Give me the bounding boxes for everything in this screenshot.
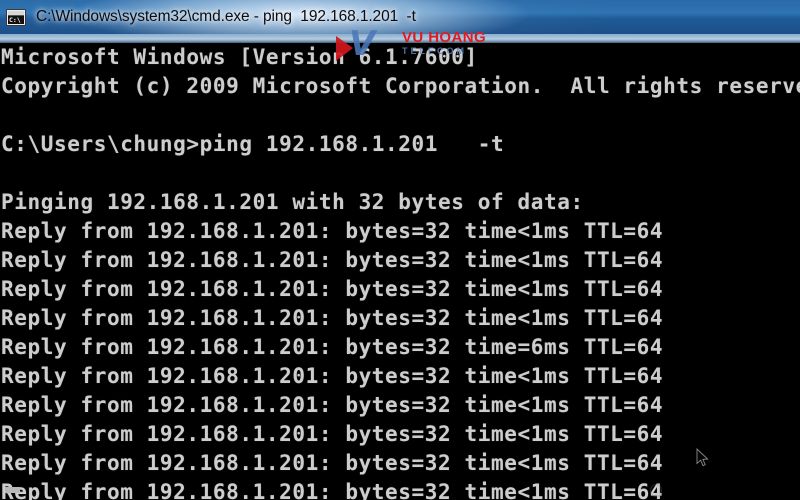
console-line-reply: Reply from 192.168.1.201: bytes=32 time<… [1,422,664,446]
console-line-reply: Reply from 192.168.1.201: bytes=32 time=… [1,335,664,359]
console-line-reply: Reply from 192.168.1.201: bytes=32 time<… [1,248,664,272]
console-line-reply: Reply from 192.168.1.201: bytes=32 time<… [1,393,664,417]
window-frame-band [0,34,800,43]
console-line-reply: Reply from 192.168.1.201: bytes=32 time<… [1,451,664,475]
console-line-pinging: Pinging 192.168.1.201 with 32 bytes of d… [1,190,584,214]
console-output-area[interactable]: Microsoft Windows [Version 6.1.7600] Cop… [0,43,800,500]
console-line-reply: Reply from 192.168.1.201: bytes=32 time<… [1,364,664,388]
console-caret [5,487,20,493]
cmd-console-icon[interactable] [6,8,26,26]
console-command-line: C:\Users\chung>ping 192.168.1.201 -t [1,132,505,156]
console-line-reply: Reply from 192.168.1.201: bytes=32 time<… [1,219,664,243]
console-line: Copyright (c) 2009 Microsoft Corporation… [1,74,800,98]
console-line: Microsoft Windows [Version 6.1.7600] [1,45,478,69]
mouse-pointer-icon [696,448,709,467]
window-title: C:\Windows\system32\cmd.exe - ping 192.1… [36,8,416,25]
console-line-reply: Reply from 192.168.1.201: bytes=32 time<… [1,306,664,330]
console-line-reply: Reply from 192.168.1.201: bytes=32 time<… [1,277,664,301]
cmd-window: C:\Windows\system32\cmd.exe - ping 192.1… [0,0,800,500]
console-line-reply: Reply from 192.168.1.201: bytes=32 time<… [1,480,664,500]
ghost-cursor-artifact [650,484,662,497]
window-titlebar[interactable]: C:\Windows\system32\cmd.exe - ping 192.1… [0,0,800,34]
